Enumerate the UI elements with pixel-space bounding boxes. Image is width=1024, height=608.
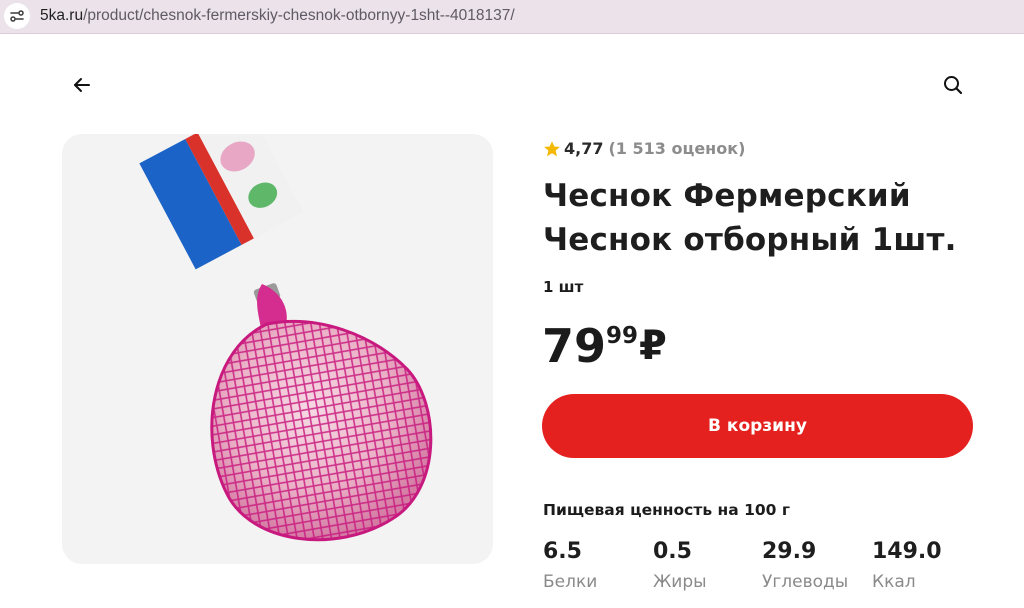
nutrition-carbs: 29.9 Углеводы	[762, 537, 867, 596]
product-title: Чеснок Фермерский Чеснок отборный 1шт.	[543, 174, 983, 262]
url-path: /product/chesnok-fermerskiy-chesnok-otbo…	[83, 7, 515, 24]
product-weight: 1 шт	[543, 278, 584, 296]
search-button[interactable]	[937, 69, 969, 101]
product-title-line1: Чеснок Фермерский	[543, 178, 911, 214]
garlic-net-bag-image	[139, 134, 433, 542]
back-button[interactable]	[66, 69, 98, 101]
url-text[interactable]: 5ka.ru/product/chesnok-fermerskiy-chesno…	[40, 7, 515, 25]
arrow-left-icon	[74, 78, 90, 92]
nutrition-fat: 0.5 Жиры	[653, 537, 758, 596]
price-currency: ₽	[639, 323, 667, 369]
rating-count: (1 513 оценок)	[608, 139, 746, 158]
nutrition-kcal: 149.0 Ккал	[872, 537, 977, 596]
rating-score: 4,77	[564, 139, 604, 158]
product-price: 79 99 ₽	[542, 318, 667, 374]
nutrition-value: 29.9	[762, 539, 817, 564]
add-to-cart-button[interactable]: В корзину	[542, 394, 973, 458]
nutrition-value: 149.0	[872, 539, 942, 564]
price-rubles: 79	[542, 319, 607, 373]
price-kopecks: 99	[606, 323, 639, 349]
nutrition-label: Белки	[543, 572, 598, 592]
nutrition-label: Ккал	[872, 572, 916, 592]
product-rating[interactable]: 4,77 (1 513 оценок)	[543, 139, 745, 158]
search-icon	[944, 76, 963, 95]
nutrition-value: 0.5	[653, 539, 692, 564]
browser-address-bar: 5ka.ru/product/chesnok-fermerskiy-chesno…	[0, 0, 1024, 34]
product-image-card[interactable]	[62, 134, 493, 564]
nutrition-label: Углеводы	[762, 572, 849, 592]
nutrition-value: 6.5	[543, 539, 582, 564]
product-title-line2: Чеснок отборный 1шт.	[543, 222, 957, 258]
site-info-icon[interactable]	[4, 3, 30, 29]
nutrition-protein: 6.5 Белки	[543, 537, 648, 596]
nutrition-label: Жиры	[653, 572, 707, 592]
url-host: 5ka.ru	[40, 7, 84, 24]
nutrition-title: Пищевая ценность на 100 г	[543, 501, 790, 519]
star-icon	[544, 140, 560, 156]
